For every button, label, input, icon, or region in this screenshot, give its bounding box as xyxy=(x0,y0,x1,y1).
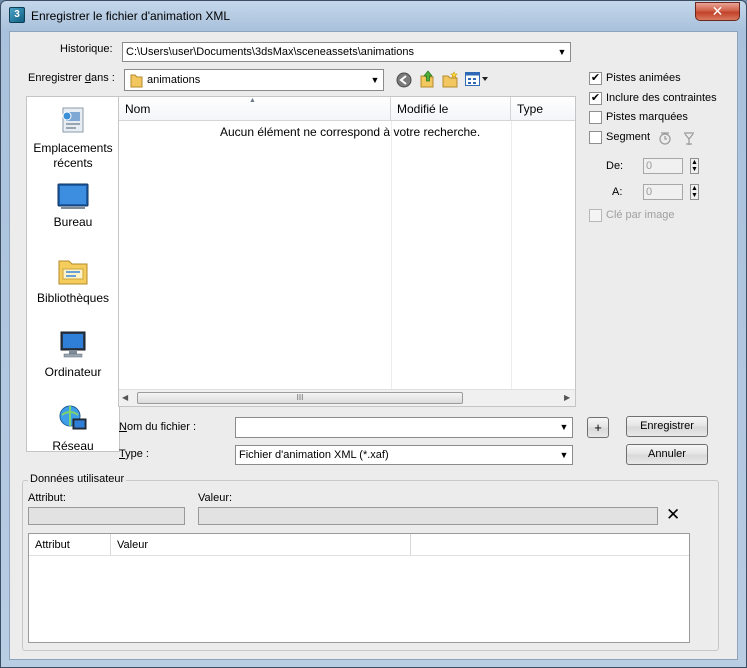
value-label: Valeur: xyxy=(198,492,233,504)
scroll-right-icon[interactable]: ▶ xyxy=(564,393,570,402)
place-network[interactable]: Réseau xyxy=(27,403,119,454)
cancel-button[interactable]: Annuler xyxy=(626,444,708,465)
column-header-type[interactable]: Type xyxy=(511,97,575,121)
key-per-frame-checkbox[interactable] xyxy=(589,209,602,222)
column-header-modified[interactable]: Modifié le xyxy=(391,97,511,121)
column-header-empty xyxy=(411,534,689,556)
up-folder-icon[interactable] xyxy=(419,70,435,88)
place-label: Emplacements récents xyxy=(33,141,113,170)
column-divider xyxy=(391,121,392,389)
segment-label: Segment xyxy=(606,131,651,143)
chevron-down-icon: ▼ xyxy=(370,75,380,85)
attribute-input[interactable] xyxy=(28,507,185,525)
marked-tracks-checkbox[interactable] xyxy=(589,111,602,124)
horizontal-scrollbar[interactable]: ◀ III ▶ xyxy=(119,389,575,406)
type-value: Fichier d'animation XML (*.xaf) xyxy=(239,449,389,461)
computer-icon xyxy=(60,331,86,358)
plus-button[interactable]: + xyxy=(587,417,609,438)
new-folder-icon[interactable] xyxy=(442,71,459,88)
filename-label: Nom du fichier : xyxy=(119,421,197,433)
from-label: De: xyxy=(606,160,624,172)
close-button[interactable]: ✕ xyxy=(695,2,740,21)
sort-ascending-icon: ▲ xyxy=(249,97,256,104)
user-data-group-title: Données utilisateur xyxy=(28,473,127,485)
file-list[interactable]: Nom ▲ Modifié le Type Aucun élément ne c… xyxy=(118,96,576,407)
type-label: Type : xyxy=(119,448,149,460)
places-bar: Emplacements récents Bureau Bibliothèque… xyxy=(26,96,120,454)
recent-places-icon xyxy=(62,107,84,133)
history-label: Historique: xyxy=(60,43,113,55)
chevron-down-icon: ▼ xyxy=(557,47,567,57)
back-arrow-icon[interactable] xyxy=(396,72,412,88)
delete-icon[interactable]: ✕ xyxy=(666,505,680,525)
key-per-frame-label: Clé par image xyxy=(606,209,675,221)
filename-input[interactable]: ▼ xyxy=(235,417,573,438)
folder-icon xyxy=(130,74,143,88)
history-value: C:\Users\user\Documents\3dsMax\sceneasse… xyxy=(126,46,414,58)
network-icon xyxy=(59,405,87,430)
to-spinner-input[interactable]: 0 xyxy=(643,184,683,200)
attribute-label: Attribut: xyxy=(28,492,66,504)
to-spinner-arrows[interactable]: ▲ ▼ xyxy=(690,184,699,200)
scroll-thumb[interactable]: III xyxy=(137,392,463,404)
marked-tracks-label: Pistes marquées xyxy=(606,111,688,123)
time-start-icon[interactable] xyxy=(658,131,672,146)
type-select[interactable]: Fichier d'animation XML (*.xaf) ▼ xyxy=(235,445,573,465)
place-label: Bibliothèques xyxy=(36,291,110,305)
save-in-combo[interactable]: animations ▼ xyxy=(124,69,384,91)
include-constraints-label: Inclure des contraintes xyxy=(606,92,717,104)
chevron-down-icon: ▼ xyxy=(559,422,569,432)
save-in-value: animations xyxy=(147,74,201,86)
place-computer[interactable]: Ordinateur xyxy=(27,329,119,380)
save-in-label: Enregistrer dans : xyxy=(28,72,115,84)
column-divider xyxy=(511,121,512,389)
animated-tracks-checkbox[interactable]: ✔ xyxy=(589,72,602,85)
libraries-icon xyxy=(58,260,88,285)
include-constraints-checkbox[interactable]: ✔ xyxy=(589,92,602,105)
desktop-icon xyxy=(57,183,89,209)
place-desktop[interactable]: Bureau xyxy=(27,183,119,230)
save-button[interactable]: Enregistrer xyxy=(626,416,708,437)
user-data-list[interactable]: Attribut Valeur xyxy=(28,533,690,643)
time-end-icon[interactable] xyxy=(682,131,696,146)
column-header-value[interactable]: Valeur xyxy=(111,534,411,556)
place-libraries[interactable]: Bibliothèques xyxy=(27,255,119,306)
to-label: A: xyxy=(612,186,623,198)
segment-checkbox[interactable] xyxy=(589,131,602,144)
column-header-attribute[interactable]: Attribut xyxy=(29,534,111,556)
place-label: Bureau xyxy=(53,215,93,229)
place-label: Réseau xyxy=(52,439,94,453)
chevron-down-icon: ▼ xyxy=(559,450,569,460)
window-title: Enregistrer le fichier d'animation XML xyxy=(31,9,231,23)
from-spinner-arrows[interactable]: ▲ ▼ xyxy=(690,158,699,174)
history-combo[interactable]: C:\Users\user\Documents\3dsMax\sceneasse… xyxy=(122,42,571,62)
save-xml-animation-dialog: 3 Enregistrer le fichier d'animation XML… xyxy=(0,0,747,668)
title-bar[interactable]: 3 Enregistrer le fichier d'animation XML… xyxy=(1,1,746,31)
value-input[interactable] xyxy=(198,507,658,525)
animated-tracks-label: Pistes animées xyxy=(606,72,681,84)
place-recent[interactable]: Emplacements récents xyxy=(27,105,119,171)
3dsmax-app-icon: 3 xyxy=(9,7,25,23)
place-label: Ordinateur xyxy=(44,365,102,379)
view-menu-icon[interactable] xyxy=(465,72,489,87)
dialog-body: Historique: C:\Users\user\Documents\3dsM… xyxy=(9,31,738,660)
column-header-name[interactable]: Nom ▲ xyxy=(119,97,391,121)
empty-message: Aucun élément ne correspond à votre rech… xyxy=(220,125,481,139)
from-spinner-input[interactable]: 0 xyxy=(643,158,683,174)
scroll-left-icon[interactable]: ◀ xyxy=(122,393,128,402)
